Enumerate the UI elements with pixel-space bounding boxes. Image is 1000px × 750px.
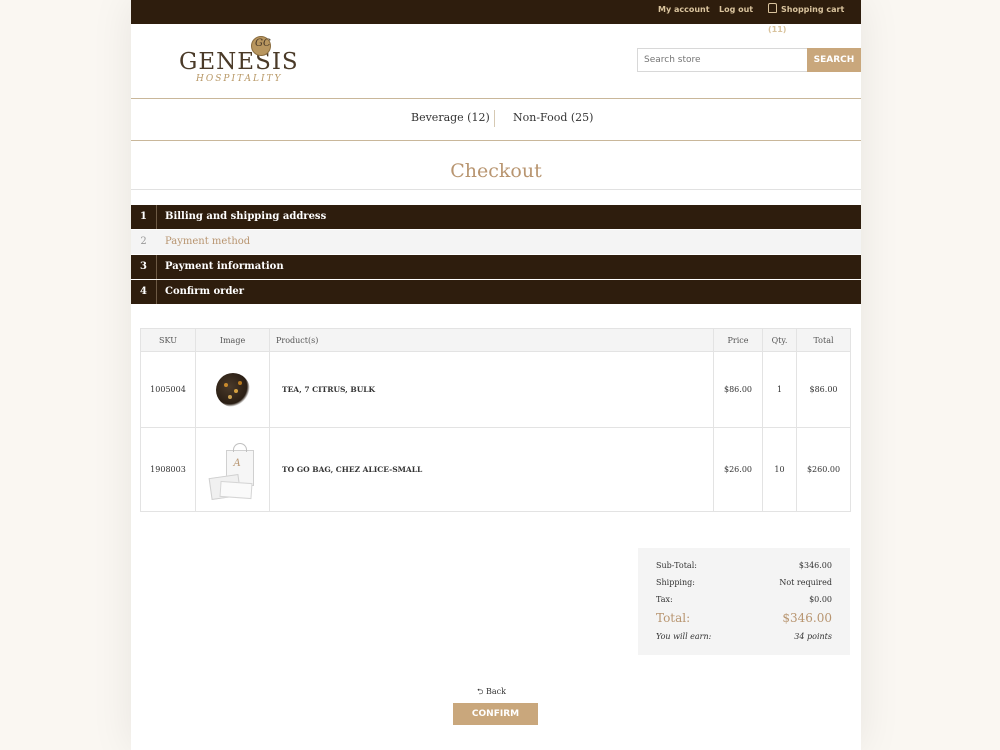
back-label: Back [485,687,506,696]
page-title: Checkout [450,160,542,182]
total-label: Total: [656,611,691,625]
log-out-link[interactable]: Log out [719,0,753,20]
step-label: Payment information [165,261,284,272]
cell-product[interactable]: TEA, 7 CITRUS, BULK [269,351,714,428]
step-number: 3 [131,255,157,279]
order-items-table: SKU Image Product(s) Price Qty. Total 10… [140,328,851,512]
step-payment-information[interactable]: 3 Payment information [131,255,861,279]
table-row: 1908003 A TO GO BAG, CHEZ ALICE-SMALL $2… [140,427,851,512]
step-number: 4 [131,280,157,304]
step-confirm-order[interactable]: 4 Confirm order [131,280,861,304]
tax-value: $0.00 [809,595,832,604]
total-value: $346.00 [782,611,832,625]
page-container: My account Log out Shopping cart (11) GC… [131,0,861,750]
search-input[interactable] [637,48,815,72]
confirm-button[interactable]: CONFIRM [453,703,538,725]
shipping-value: Not required [779,578,832,587]
step-billing-shipping[interactable]: 1 Billing and shipping address [131,205,861,229]
reward-points-row: You will earn: 34 points [656,632,832,641]
shipping-label: Shipping: [656,578,695,587]
cell-sku: 1005004 [140,351,196,428]
cell-qty: 10 [762,427,797,512]
tea-leaves-image[interactable] [215,372,250,407]
table-header-row: SKU Image Product(s) Price Qty. Total [140,328,851,352]
column-header-sku: SKU [140,328,196,352]
title-divider [131,189,861,190]
tax-row: Tax: $0.00 [656,595,832,604]
column-header-products: Product(s) [269,328,714,352]
category-nav: Beverage (12) Non-Food (25) [131,99,861,141]
cell-image[interactable] [195,351,270,428]
tax-label: Tax: [656,595,673,604]
table-row: 1005004 TEA, 7 CITRUS, BULK $86.00 1 $86… [140,351,851,428]
column-header-total: Total [796,328,851,352]
cell-qty: 1 [762,351,797,428]
shipping-row: Shipping: Not required [656,578,832,587]
order-totals: Sub-Total: $346.00 Shipping: Not require… [638,548,850,655]
step-label: Billing and shipping address [165,211,327,222]
step-label: Confirm order [165,286,245,297]
cell-product[interactable]: TO GO BAG, CHEZ ALICE-SMALL [269,427,714,512]
subtotal-label: Sub-Total: [656,561,697,570]
cell-image[interactable]: A [195,427,270,512]
my-account-link[interactable]: My account [658,0,710,20]
logo[interactable]: GC GENESIS HOSPITALITY [179,36,299,84]
cell-sku: 1908003 [140,427,196,512]
category-beverage[interactable]: Beverage (12) [411,111,490,124]
subtotal-row: Sub-Total: $346.00 [656,561,832,570]
return-arrow-icon: ⮌ [477,687,484,696]
shopping-bag-icon [768,3,777,13]
cell-price: $26.00 [713,427,763,512]
logo-emblem-icon: GC [251,36,271,56]
logo-subtitle: HOSPITALITY [196,74,283,84]
search-button[interactable]: SEARCH [807,48,861,72]
header: GC GENESIS HOSPITALITY SEARCH [131,24,861,99]
cell-total: $86.00 [796,351,851,428]
category-non-food[interactable]: Non-Food (25) [513,111,593,124]
cell-total: $260.00 [796,427,851,512]
column-header-price: Price [713,328,763,352]
step-payment-method[interactable]: 2 Payment method [131,230,861,254]
logo-name: GENESIS [179,49,299,75]
step-number: 1 [131,205,157,229]
step-number: 2 [131,230,157,254]
back-link[interactable]: ⮌ Back [477,686,506,700]
column-header-image: Image [195,328,270,352]
earn-label: You will earn: [656,632,712,641]
column-header-qty: Qty. [762,328,797,352]
total-row: Total: $346.00 [656,611,832,625]
subtotal-value: $346.00 [798,561,832,570]
top-bar: My account Log out Shopping cart (11) [131,0,861,34]
paper-bag-image[interactable]: A [208,440,258,500]
cell-price: $86.00 [713,351,763,428]
earn-value: 34 points [794,632,832,641]
category-divider [494,110,495,127]
step-label: Payment method [165,236,251,247]
